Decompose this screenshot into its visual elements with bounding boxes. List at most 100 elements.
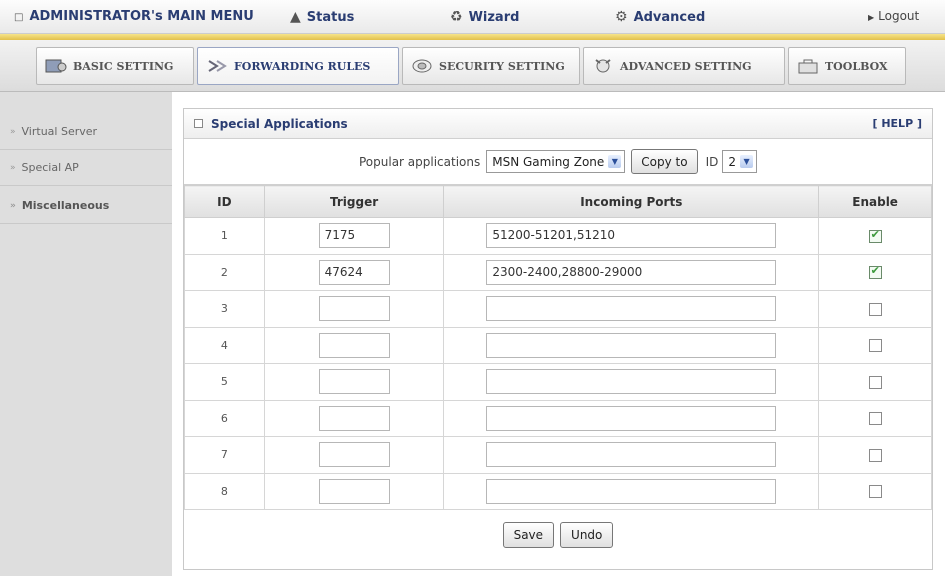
table-row: 6	[184, 399, 932, 437]
incoming-ports-input[interactable]	[486, 405, 777, 431]
copy-to-button[interactable]: Copy to	[631, 149, 698, 174]
enable-checkbox[interactable]	[868, 228, 882, 243]
ports-cell	[443, 472, 820, 510]
special-applications-panel: Special Applications [ HELP ] Popular ap…	[183, 108, 933, 570]
trigger-input[interactable]: 7175	[318, 223, 390, 249]
trigger-input[interactable]	[318, 442, 390, 468]
enable-cell	[818, 290, 932, 328]
row-id: 4	[184, 326, 265, 364]
save-button[interactable]: Save	[502, 522, 555, 548]
sidebar-item-label: Special AP	[21, 161, 79, 174]
enable-checkbox[interactable]	[868, 485, 882, 498]
popular-applications-label: Popular applications	[358, 154, 481, 169]
main-menu-link[interactable]: □ ADMINISTRATOR's MAIN MENU	[14, 9, 254, 24]
sidebar-item-virtual-server[interactable]: » Virtual Server	[0, 114, 172, 150]
enable-checkbox[interactable]	[868, 302, 882, 316]
trigger-input[interactable]	[318, 369, 390, 395]
incoming-ports-input[interactable]	[486, 478, 777, 504]
toolbox-icon	[797, 57, 819, 75]
status-icon: ▲	[290, 9, 301, 25]
tab-basic-setting[interactable]: BASIC SETTING	[36, 47, 194, 85]
row-id: 2	[184, 253, 265, 291]
trigger-input[interactable]	[318, 478, 390, 504]
trigger-input[interactable]	[318, 296, 390, 322]
popular-app-value: MSN Gaming Zone	[492, 154, 605, 169]
id-select[interactable]: 2 ▼	[722, 150, 758, 173]
header-id: ID	[184, 185, 265, 218]
square-bullet-icon: □	[14, 12, 24, 23]
ports-cell: 2300-2400,28800-29000	[443, 253, 820, 291]
special-applications-table: ID Trigger Incoming Ports Enable 1 7175 51…	[184, 185, 932, 510]
enable-checkbox[interactable]	[868, 412, 882, 425]
tab-bar: BASIC SETTING FORWARDING RULES SECURITY …	[0, 40, 945, 92]
id-label: ID	[705, 154, 719, 169]
incoming-ports-input[interactable]: 51200-51201,51210	[486, 223, 777, 249]
panel-title-text: Special Applications	[211, 116, 348, 131]
ports-cell: 51200-51201,51210	[443, 217, 820, 255]
incoming-ports-input[interactable]	[486, 369, 777, 395]
status-label: Status	[306, 10, 355, 25]
row-id: 3	[184, 290, 265, 328]
advanced-setting-icon	[592, 57, 614, 75]
table-row: 7	[184, 436, 932, 474]
row-id: 8	[184, 472, 265, 510]
enable-cell	[818, 472, 932, 510]
trigger-input[interactable]: 47624	[318, 259, 390, 285]
incoming-ports-input[interactable]	[486, 296, 777, 322]
square-icon	[194, 119, 203, 128]
tab-toolbox[interactable]: TOOLBOX	[788, 47, 906, 85]
ports-cell	[443, 436, 820, 474]
security-icon	[411, 57, 433, 75]
enable-cell	[818, 363, 932, 401]
wizard-link[interactable]: ♻ Wizard	[450, 9, 519, 25]
incoming-ports-input[interactable]: 2300-2400,28800-29000	[486, 259, 777, 285]
row-id: 1	[184, 217, 265, 255]
sidebar-item-label: Virtual Server	[21, 125, 98, 138]
advanced-icon: ⚙	[615, 9, 628, 25]
top-menu-bar: □ ADMINISTRATOR's MAIN MENU ▲ Status ♻ Wiza…	[0, 0, 945, 34]
sidebar-item-miscellaneous[interactable]: » Miscellaneous	[0, 188, 172, 224]
enable-cell	[818, 326, 932, 364]
logout-link[interactable]: ▶ Logout	[868, 9, 919, 23]
enable-cell	[818, 253, 932, 291]
status-link[interactable]: ▲ Status	[290, 9, 354, 25]
wizard-label: Wizard	[468, 10, 520, 25]
enable-cell	[818, 436, 932, 474]
trigger-input[interactable]	[318, 332, 390, 358]
sidebar: » Virtual Server » Special AP » Miscellaneo…	[0, 92, 172, 576]
bullet-icon: »	[10, 200, 16, 211]
help-link[interactable]: [ HELP ]	[872, 117, 922, 130]
enable-cell	[818, 217, 932, 255]
tab-security-setting[interactable]: SECURITY SETTING	[402, 47, 580, 85]
chevron-down-icon: ▼	[608, 155, 622, 168]
basic-setting-icon	[45, 57, 67, 75]
advanced-label: Advanced	[633, 10, 706, 25]
enable-checkbox[interactable]	[868, 375, 882, 389]
enable-checkbox[interactable]	[868, 339, 882, 352]
logout-label: Logout	[878, 9, 920, 23]
enable-checkbox[interactable]	[868, 264, 882, 279]
incoming-ports-input[interactable]	[486, 332, 777, 358]
trigger-cell	[263, 436, 445, 474]
tab-advanced-setting[interactable]: ADVANCED SETTING	[583, 47, 785, 85]
bullet-icon: »	[10, 162, 16, 173]
advanced-link[interactable]: ⚙ Advanced	[615, 9, 705, 25]
tab-basic-label: BASIC SETTING	[73, 59, 174, 73]
ports-cell	[443, 326, 820, 364]
sidebar-item-label: Miscellaneous	[21, 199, 110, 212]
arrow-icon: ▶	[868, 13, 875, 22]
trigger-input[interactable]	[318, 405, 390, 431]
incoming-ports-input[interactable]	[486, 442, 777, 468]
header-trigger: Trigger	[263, 185, 445, 218]
main-menu-label: ADMINISTRATOR's MAIN MENU	[29, 9, 254, 24]
row-id: 5	[184, 363, 265, 401]
undo-button[interactable]: Undo	[560, 522, 614, 548]
trigger-cell	[263, 363, 445, 401]
tab-forwarding-label: FORWARDING RULES	[234, 59, 371, 73]
enable-checkbox[interactable]	[868, 448, 882, 462]
ports-cell	[443, 363, 820, 401]
popular-app-select[interactable]: MSN Gaming Zone ▼	[486, 150, 626, 173]
sidebar-item-special-ap[interactable]: » Special AP	[0, 150, 172, 186]
popular-applications-row: Popular applications MSN Gaming Zone ▼ C…	[184, 139, 932, 185]
tab-forwarding-rules[interactable]: FORWARDING RULES	[197, 47, 399, 85]
